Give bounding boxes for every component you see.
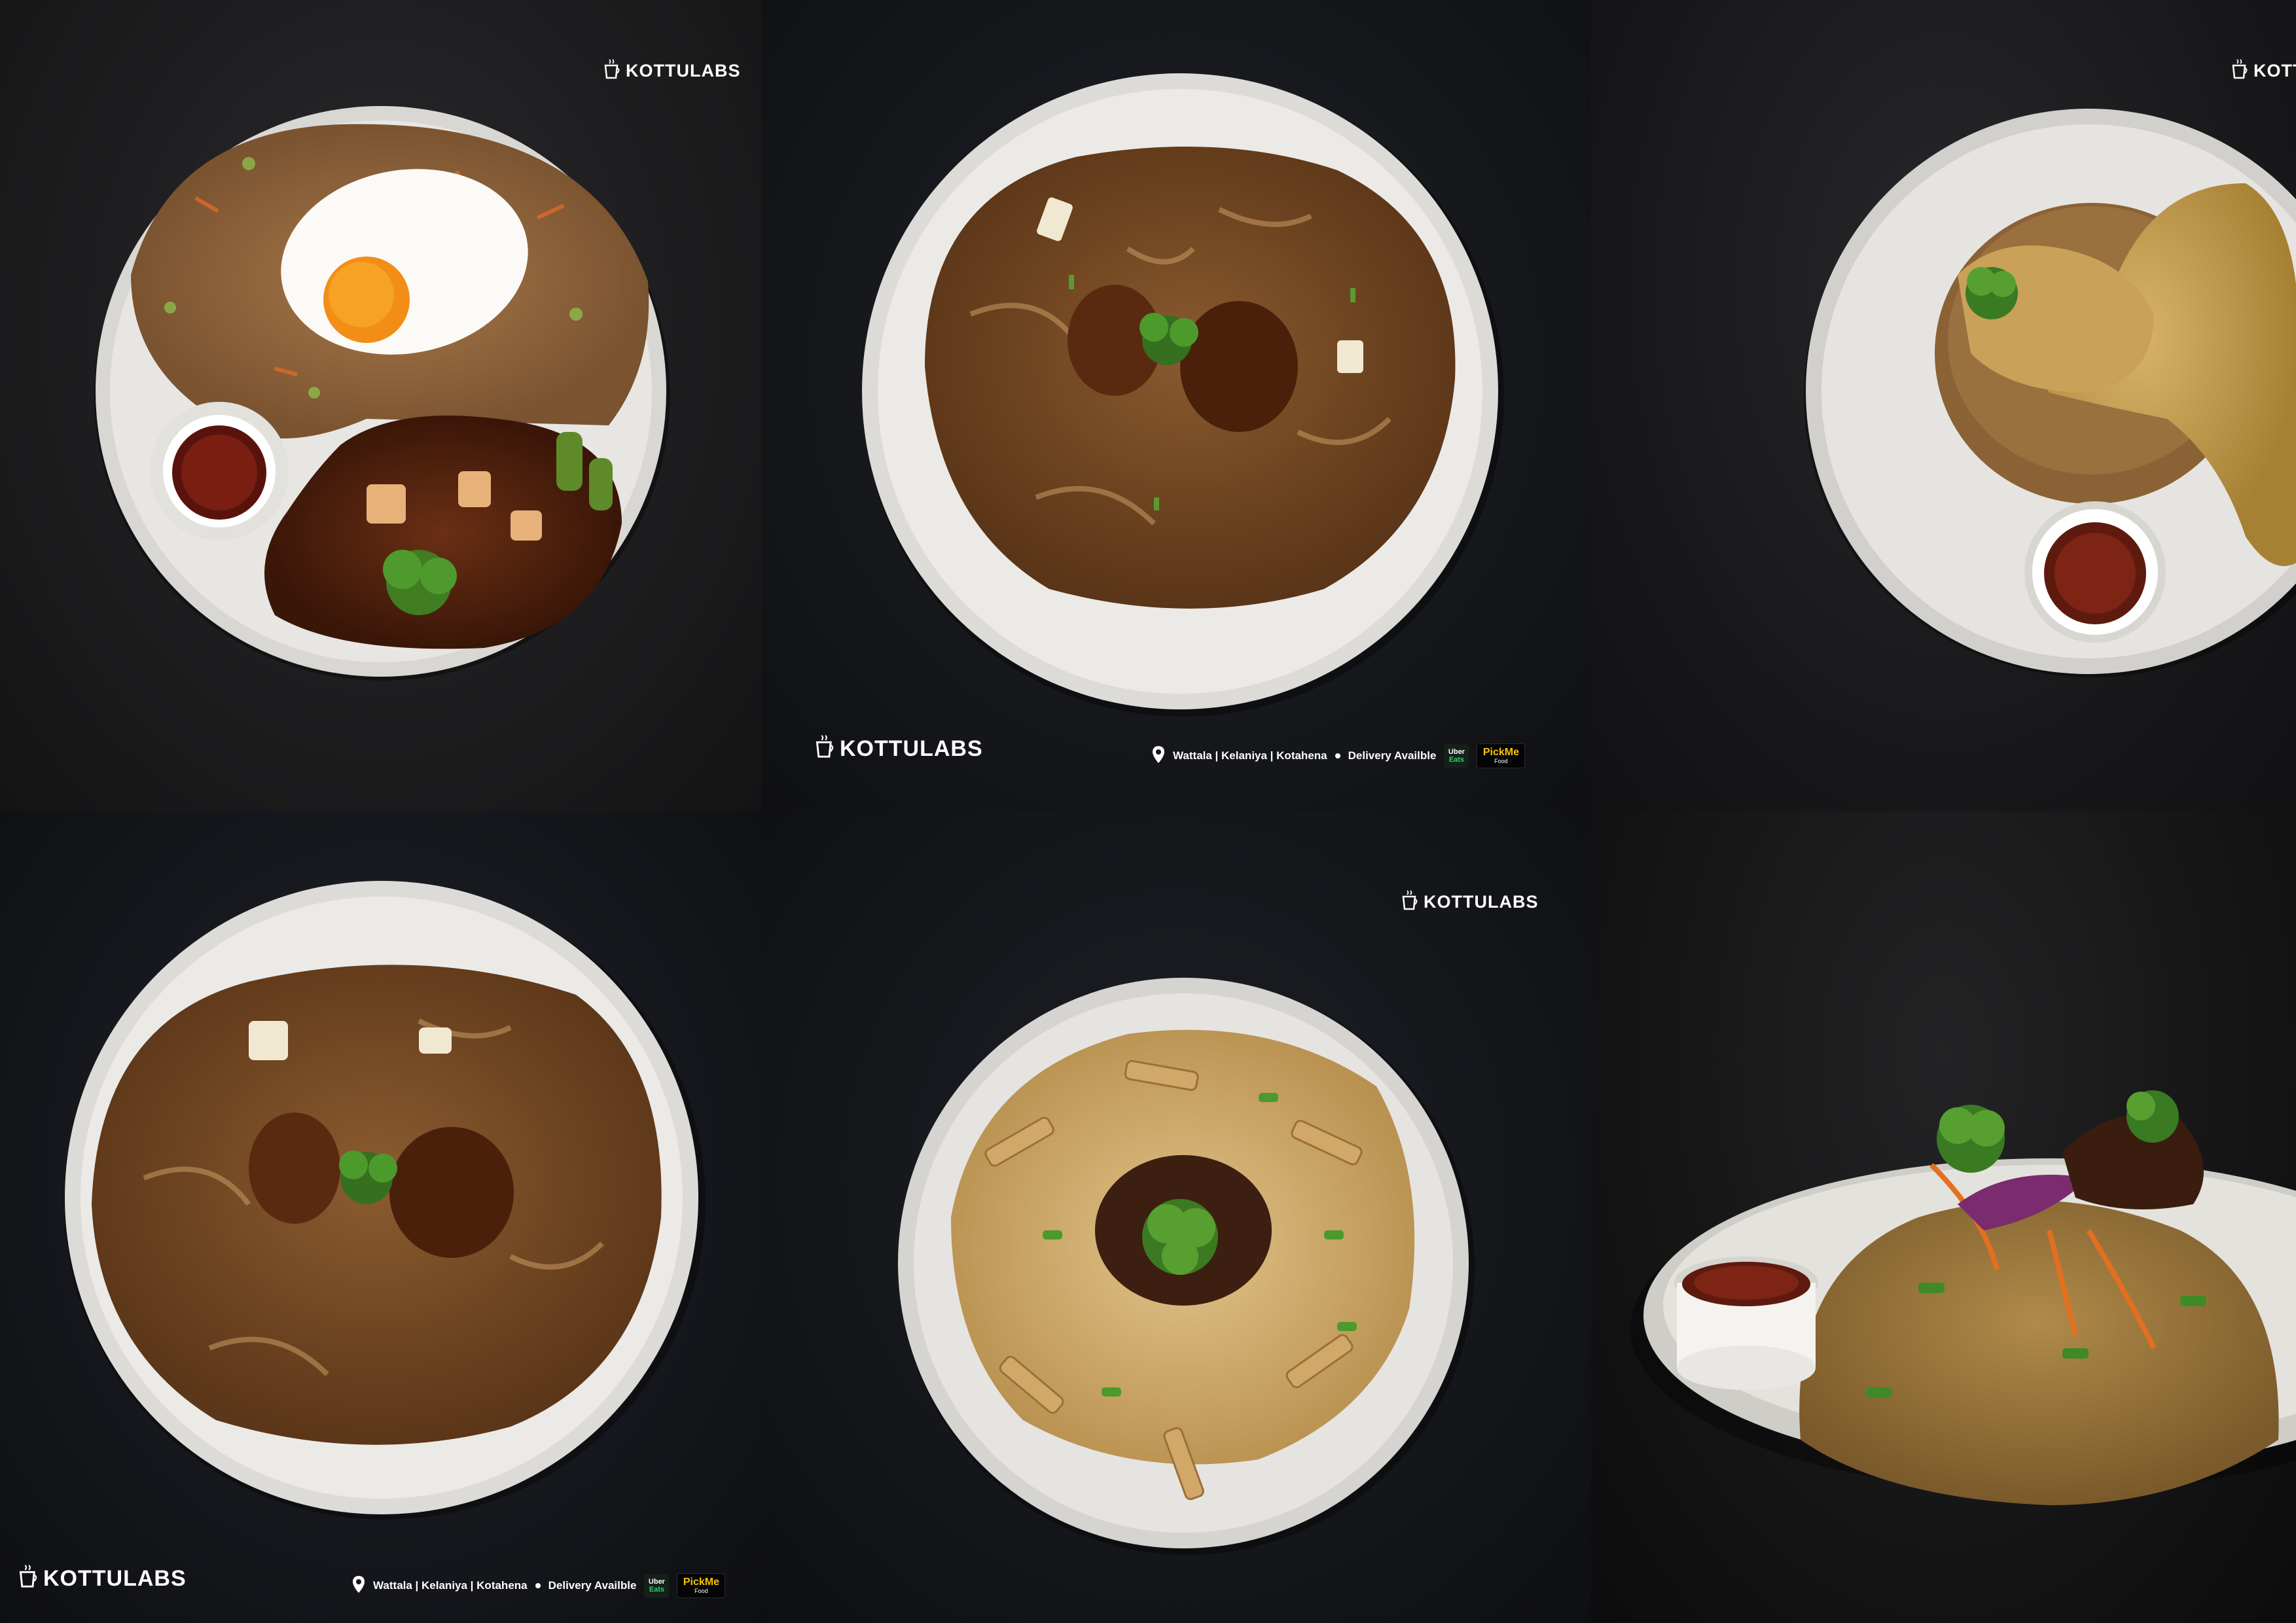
locations-text: Wattala | Kelaniya | Kotahena	[1173, 749, 1327, 762]
coffee-cup-icon	[18, 1563, 38, 1595]
brand-name: KOTTULABS	[1424, 892, 1539, 912]
pickme-food-badge: PickMe Food	[1477, 743, 1526, 768]
food-collage: KOTTULABS KOTTULABS Wattala | Kelaniya |…	[0, 0, 2296, 1623]
separator-dot	[1335, 753, 1340, 758]
uber-eats-bottom: Eats	[649, 1586, 665, 1594]
rice-dome-beef-dish	[1630, 1090, 2296, 1505]
location-footer: Wattala | Kelaniya | Kotahena Delivery A…	[352, 1573, 726, 1598]
location-pin-icon	[352, 1575, 365, 1597]
brand-logo: KOTTULABS	[815, 733, 983, 765]
brand-logo: KOTTULABS	[603, 58, 740, 84]
uber-eats-badge: Uber Eats	[1444, 744, 1469, 768]
coffee-cup-icon	[815, 733, 834, 765]
uber-eats-bottom: Eats	[1448, 756, 1465, 764]
pickme-top: PickMe	[1482, 747, 1519, 758]
pickme-top: PickMe	[683, 1577, 719, 1588]
brand-logo: KOTTULABS	[18, 1563, 187, 1595]
pickme-bottom: Food	[1494, 758, 1508, 764]
locations-text: Wattala | Kelaniya | Kotahena	[373, 1579, 528, 1592]
separator-dot	[535, 1583, 541, 1588]
chicken-kottu-dish	[862, 73, 1504, 717]
pickme-bottom: Food	[694, 1588, 708, 1594]
brand-name: KOTTULABS	[43, 1566, 187, 1591]
photo-chicken-kottu-2: KOTTULABS Wattala | Kelaniya | Kotahena …	[0, 812, 761, 1623]
coffee-cup-icon	[603, 58, 620, 84]
delivery-text: Delivery Availble	[548, 1579, 637, 1592]
brand-logo: KOTTULABS	[1401, 889, 1538, 916]
coffee-cup-icon	[1401, 889, 1418, 916]
photo-chicken-kottu: KOTTULABS Wattala | Kelaniya | Kotahena …	[761, 0, 1591, 812]
location-pin-icon	[1152, 745, 1165, 767]
fried-rice-egg-dish	[94, 106, 670, 681]
uber-eats-top: Uber	[1448, 748, 1465, 756]
pickme-food-badge: PickMe Food	[677, 1573, 726, 1598]
brand-name: KOTTULABS	[840, 736, 983, 761]
uber-eats-top: Uber	[648, 1578, 665, 1586]
photo-fried-rice-egg: KOTTULABS	[0, 0, 761, 812]
photo-creamy-penne: KOTTULABS	[761, 812, 1591, 1623]
delivery-text: Delivery Availble	[1348, 749, 1437, 762]
location-footer: Wattala | Kelaniya | Kotahena Delivery A…	[1152, 743, 1526, 768]
rice-curry-dish	[1804, 109, 2296, 677]
coffee-cup-icon	[2231, 58, 2248, 84]
photo-rice-with-curry: KOTTULABS	[1591, 0, 2296, 812]
brand-name: KOTTULABS	[2253, 61, 2296, 80]
creamy-penne-dish	[898, 978, 1475, 1555]
photo-rice-dome-beef	[1591, 812, 2296, 1623]
chicken-kottu-dish-2	[64, 881, 706, 1520]
brand-logo: KOTTULABS	[2231, 58, 2296, 84]
brand-name: KOTTULABS	[626, 61, 741, 80]
uber-eats-badge: Uber Eats	[644, 1574, 670, 1597]
